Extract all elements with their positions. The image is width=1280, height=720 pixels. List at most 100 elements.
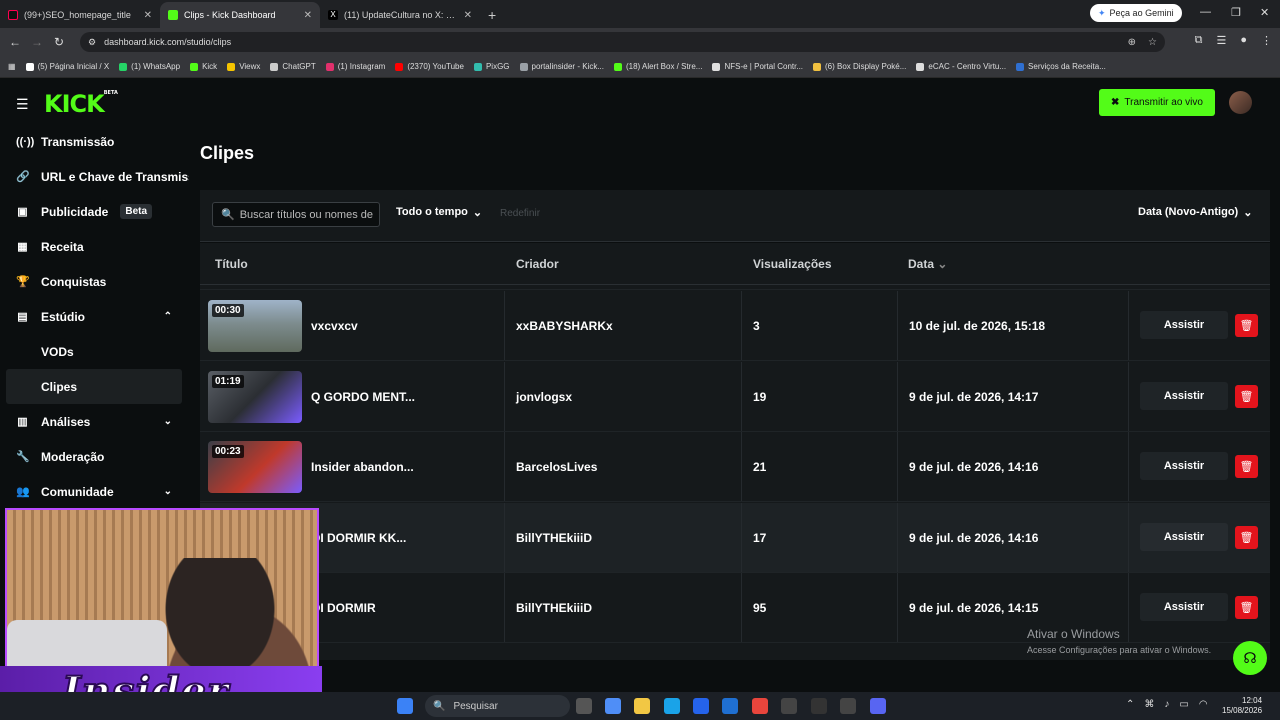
sidebar-item-url-e-chave-de-transmissao[interactable]: 🔗 URL e Chave de Transmissão <box>0 159 190 194</box>
bookmark-star-icon[interactable]: ☆ <box>1148 37 1157 48</box>
bookmark-item[interactable]: (1) Instagram <box>325 62 385 71</box>
avatar[interactable] <box>1229 91 1252 114</box>
outlook-icon[interactable] <box>722 698 738 714</box>
sidebar-item-vods[interactable]: VODs <box>0 334 190 369</box>
gemini-button[interactable]: ✦ Peça ao Gemini <box>1090 4 1182 22</box>
site-info-icon[interactable]: ⚙ <box>88 37 96 48</box>
sidebar-item-publicidade[interactable]: ▣ Publicidade Beta <box>0 194 190 229</box>
time-filter-dropdown[interactable]: Todo o tempo ⌄ <box>396 206 482 219</box>
minimize-button[interactable]: — <box>1200 6 1211 18</box>
omnibox[interactable]: ⚙ dashboard.kick.com/studio/clips ⊕ ☆ <box>80 32 1165 52</box>
sidebar-item-receita[interactable]: ▦ Receita <box>0 229 190 264</box>
go-live-button[interactable]: ✖ Transmitir ao vivo <box>1099 89 1215 116</box>
chevron-up-icon[interactable]: ⌃ <box>1126 699 1134 710</box>
browser-tab-2[interactable]: Clips - Kick Dashboard ✕ <box>160 2 320 28</box>
delete-button[interactable]: 🗑 <box>1235 314 1258 337</box>
column-date[interactable]: Data ⌄ <box>908 257 947 271</box>
profile-icon[interactable]: ● <box>1240 34 1247 47</box>
chrome-icon[interactable] <box>752 698 768 714</box>
bookmark-item[interactable]: (1) WhatsApp <box>119 62 180 71</box>
reset-button[interactable]: Redefinir <box>500 208 540 219</box>
clip-title[interactable]: vxcvxcv <box>311 319 358 333</box>
column-views[interactable]: Visualizações <box>753 257 832 271</box>
bookmark-item[interactable]: (5) Página Inicial / X <box>25 62 109 71</box>
bookmark-item[interactable]: (18) Alert Box / Stre... <box>613 62 702 71</box>
reload-button[interactable]: ↻ <box>48 35 70 49</box>
delete-button[interactable]: 🗑 <box>1235 596 1258 619</box>
windows-start-icon[interactable] <box>397 698 413 714</box>
sidebar-item-comunidade[interactable]: 👥 Comunidade ⌄ <box>0 474 190 509</box>
clip-title[interactable]: OI DORMIR KK... <box>311 531 406 545</box>
file-explorer-icon[interactable] <box>634 698 650 714</box>
chevron-down-icon[interactable]: ⌄ <box>164 416 172 427</box>
delete-button[interactable]: 🗑 <box>1235 525 1258 549</box>
clip-title[interactable]: Insider abandon... <box>311 460 414 474</box>
clip-title[interactable]: Q GORDO MENT... <box>311 390 415 404</box>
zoom-icon[interactable]: ⊕ <box>1128 37 1136 48</box>
clip-creator[interactable]: BarcelosLives <box>516 460 597 474</box>
sidebar-item-transmissao[interactable]: ((·)) Transmissão <box>0 124 190 159</box>
column-creator[interactable]: Criador <box>516 257 559 271</box>
clip-creator[interactable]: BillYTHEkiiiD <box>516 601 592 615</box>
window-close-button[interactable]: ✕ <box>1260 6 1269 19</box>
monitor-icon[interactable]: ▭ <box>1179 699 1188 710</box>
close-icon[interactable]: ✕ <box>464 10 472 21</box>
copilot-icon[interactable] <box>605 698 621 714</box>
new-tab-button[interactable]: + <box>480 7 504 28</box>
bookmark-item[interactable]: Kick <box>190 62 217 71</box>
sidebar-item-conquistas[interactable]: 🏆 Conquistas <box>0 264 190 299</box>
table-row[interactable]: 00:30 vxcvxcv xxBABYSHARKx 3 10 de jul. de 2… <box>200 291 1270 361</box>
bookmark-item[interactable]: Viewx <box>227 62 260 71</box>
clip-thumbnail[interactable]: 00:30 <box>208 300 302 352</box>
maximize-button[interactable]: ❐ <box>1231 6 1241 19</box>
clip-creator[interactable]: jonvlogsx <box>516 390 572 404</box>
menu-icon[interactable]: ⋮ <box>1261 34 1272 47</box>
sidebar-item-analises[interactable]: ▥ Análises ⌄ <box>0 404 190 439</box>
delete-button[interactable]: 🗑 <box>1235 455 1258 478</box>
reading-list-icon[interactable]: ☰ <box>1216 34 1226 47</box>
discord-icon[interactable] <box>870 698 886 714</box>
wifi-icon[interactable]: ◠ <box>1199 699 1208 710</box>
bookmark-item[interactable]: ChatGPT <box>270 62 316 71</box>
chevron-up-icon[interactable]: ⌃ <box>164 311 172 322</box>
capcut-2-icon[interactable] <box>840 698 856 714</box>
clip-thumbnail[interactable]: 01:19 <box>208 370 302 423</box>
obs-icon[interactable] <box>811 698 827 714</box>
capcut-icon[interactable] <box>781 698 797 714</box>
clip-thumbnail[interactable]: 00:23 <box>208 441 302 493</box>
forward-button[interactable]: → <box>26 35 48 49</box>
browser-tab-3[interactable]: X (11) UpdateCultura no X: "MC I ✕ <box>320 2 480 28</box>
sort-dropdown[interactable]: Data (Novo-Antigo) ⌄ <box>1138 206 1252 219</box>
hamburger-menu-icon[interactable]: ☰ <box>16 96 29 113</box>
bookmark-item[interactable]: eCAC - Centro Virtu... <box>916 62 1006 71</box>
kick-logo[interactable]: KICKBETA <box>44 90 118 118</box>
clip-creator[interactable]: xxBABYSHARKx <box>516 319 613 333</box>
table-row[interactable]: 00:23 Insider abandon... BarcelosLives 21 9 … <box>200 432 1270 502</box>
clip-title[interactable]: OI DORMIR <box>311 601 376 615</box>
watch-button[interactable]: Assistir <box>1140 522 1228 551</box>
search-input[interactable]: 🔍 Buscar títulos ou nomes de <box>212 202 380 227</box>
clip-creator[interactable]: BillYTHEkiiiD <box>516 531 592 545</box>
network-icon[interactable]: ⌘ <box>1144 699 1154 710</box>
apps-icon[interactable]: ▦ <box>8 62 16 71</box>
extensions-icon[interactable]: ⧉ <box>1195 34 1203 47</box>
table-row[interactable]: OI DORMIR KK... BillYTHEkiiiD 17 9 de jul. … <box>200 502 1270 573</box>
column-title[interactable]: Título <box>215 257 248 271</box>
close-icon[interactable]: ✕ <box>144 10 152 21</box>
watch-button[interactable]: Assistir <box>1140 381 1228 410</box>
sidebar-item-clipes[interactable]: Clipes <box>6 369 182 404</box>
store-icon[interactable] <box>693 698 709 714</box>
support-chat-icon[interactable]: ☊ <box>1233 641 1267 675</box>
bookmark-item[interactable]: portalinsider - Kick... <box>519 62 604 71</box>
watch-button[interactable]: Assistir <box>1140 593 1228 621</box>
sidebar-item-estudio[interactable]: ▤ Estúdio ⌃ <box>0 299 190 334</box>
back-button[interactable]: ← <box>4 35 26 49</box>
sidebar-item-moderacao[interactable]: 🔧 Moderação <box>0 439 190 474</box>
table-row[interactable]: 01:19 Q GORDO MENT... jonvlogsx 19 9 de jul.… <box>200 361 1270 432</box>
bookmark-item[interactable]: (6) Box Display Poké... <box>813 62 906 71</box>
taskbar-search[interactable]: 🔍 Pesquisar <box>425 695 570 717</box>
bookmark-item[interactable]: PixGG <box>473 62 510 71</box>
watch-button[interactable]: Assistir <box>1140 452 1228 480</box>
volume-icon[interactable]: ♪ <box>1164 699 1169 710</box>
taskbar-clock[interactable]: 12:04 15/08/2026 <box>1222 696 1262 716</box>
